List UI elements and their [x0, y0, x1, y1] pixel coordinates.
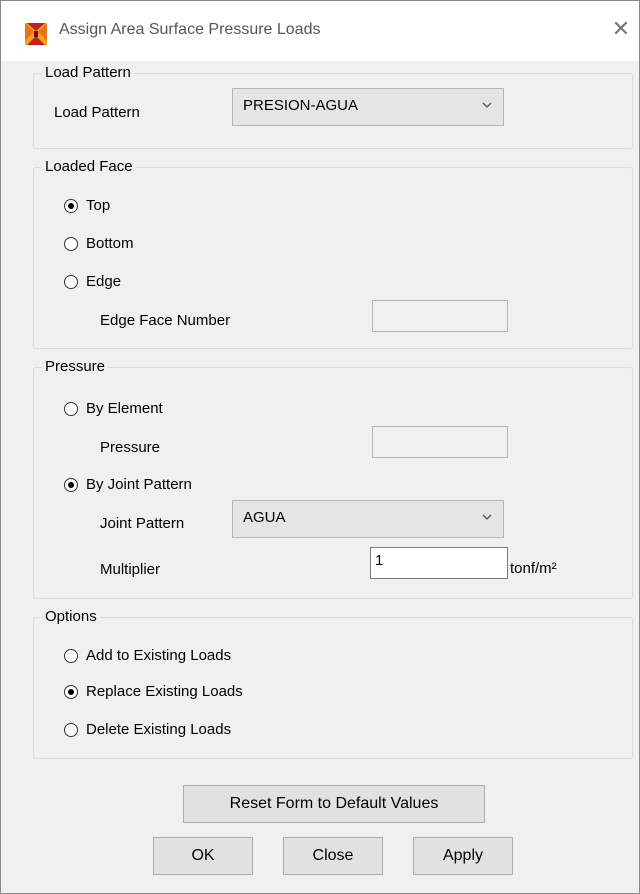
radio-circle [64, 649, 78, 663]
radio-circle [64, 237, 78, 251]
multiplier-unit: tonf/m² [510, 560, 557, 577]
load-pattern-selected-value: PRESION-AGUA [243, 97, 359, 114]
pressure-input[interactable] [372, 426, 508, 458]
options-group-title: Options [42, 607, 100, 627]
radio-by-joint-pattern-label: By Joint Pattern [86, 476, 192, 493]
load-pattern-select[interactable]: PRESION-AGUA [232, 88, 504, 126]
radio-top-label: Top [86, 197, 111, 214]
close-icon[interactable]: ✕ [609, 18, 633, 42]
pressure-group-title: Pressure [42, 357, 109, 377]
load-pattern-group-title: Load Pattern [42, 63, 134, 83]
load-pattern-label: Load Pattern [54, 104, 140, 121]
joint-pattern-select[interactable]: AGUA [232, 500, 504, 538]
joint-pattern-label: Joint Pattern [100, 515, 185, 532]
dialog-window: Assign Area Surface Pressure Loads ✕ Loa… [0, 0, 640, 894]
radio-circle [64, 402, 78, 416]
pressure-group: Pressure By Element Pressure By Joint Pa… [33, 357, 633, 599]
radio-replace-existing-label: Replace Existing Loads [86, 683, 243, 700]
radio-circle [64, 275, 78, 289]
apply-button[interactable]: Apply [413, 837, 513, 875]
chevron-down-icon [482, 102, 492, 108]
multiplier-value: 1 [375, 552, 384, 569]
loaded-face-group-title: Loaded Face [42, 157, 136, 177]
radio-selected-dot [68, 482, 74, 488]
close-button[interactable]: Close [283, 837, 383, 875]
sap2000-app-icon [25, 23, 47, 45]
reset-form-button[interactable]: Reset Form to Default Values [183, 785, 485, 823]
radio-delete-existing-label: Delete Existing Loads [86, 721, 232, 738]
ok-button[interactable]: OK [153, 837, 253, 875]
options-group: Options Add to Existing Loads Replace Ex… [33, 607, 633, 759]
title-bar[interactable]: Assign Area Surface Pressure Loads ✕ [1, 1, 639, 61]
radio-circle [64, 723, 78, 737]
radio-edge-label: Edge [86, 273, 122, 290]
multiplier-label: Multiplier [100, 561, 161, 578]
radio-by-element-label: By Element [86, 400, 163, 417]
radio-circle [64, 199, 78, 213]
radio-circle [64, 478, 78, 492]
edge-face-number-input[interactable] [372, 300, 508, 332]
chevron-down-icon [482, 514, 492, 520]
radio-selected-dot [68, 203, 74, 209]
loaded-face-group: Loaded Face Top Bottom Edge Edge Face Nu… [33, 157, 633, 349]
pressure-label: Pressure [100, 439, 161, 456]
radio-bottom-label: Bottom [86, 235, 134, 252]
radio-circle [64, 685, 78, 699]
radio-selected-dot [68, 689, 74, 695]
multiplier-input[interactable]: 1 [370, 547, 508, 579]
joint-pattern-selected-value: AGUA [243, 509, 286, 526]
edge-face-number-label: Edge Face Number [100, 312, 231, 329]
radio-add-existing-label: Add to Existing Loads [86, 647, 232, 664]
load-pattern-group: Load Pattern Load Pattern PRESION-AGUA [33, 63, 633, 149]
window-title: Assign Area Surface Pressure Loads [59, 21, 321, 38]
